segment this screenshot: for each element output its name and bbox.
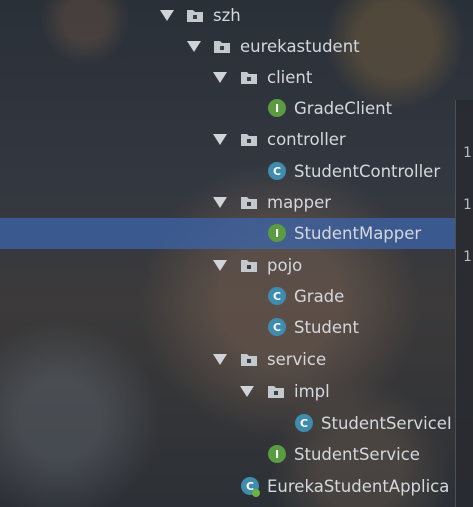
interface-icon: I <box>268 445 286 463</box>
tree-node-client[interactable]: client <box>0 62 455 93</box>
expand-arrow-icon[interactable] <box>213 134 227 145</box>
tree-node-label: eurekastudent <box>240 37 360 56</box>
tree-node-eurekastudent[interactable]: eurekastudent <box>0 31 455 62</box>
tree-node-student[interactable]: C Student <box>0 312 455 343</box>
run-marker-icon <box>252 489 260 497</box>
tree-node-szh[interactable]: szh <box>0 0 455 31</box>
tree-node-studentserviceimpl[interactable]: C StudentServiceI <box>0 408 455 439</box>
tree-node-label: client <box>267 68 313 87</box>
package-folder-icon <box>241 197 257 209</box>
line-number: 1 <box>463 249 472 265</box>
tree-node-label: szh <box>213 6 241 25</box>
package-folder-icon <box>241 260 257 272</box>
package-folder-icon <box>241 72 257 84</box>
package-folder-icon <box>241 134 257 146</box>
tree-node-service[interactable]: service <box>0 344 455 375</box>
expand-arrow-icon[interactable] <box>213 72 227 83</box>
tree-node-pojo[interactable]: pojo <box>0 250 455 281</box>
package-folder-icon <box>241 354 257 366</box>
line-number: 1 <box>463 197 472 213</box>
tree-node-label: controller <box>267 130 346 149</box>
interface-icon: I <box>268 224 286 242</box>
class-icon: C <box>268 318 286 336</box>
tree-node-label: StudentController <box>294 162 441 181</box>
package-folder-icon <box>214 41 230 53</box>
class-icon: C <box>268 287 286 305</box>
tree-node-studentmapper[interactable]: I StudentMapper <box>0 218 455 249</box>
expand-arrow-icon[interactable] <box>213 197 227 208</box>
tree-node-label: pojo <box>267 256 303 275</box>
class-icon: C <box>268 162 286 180</box>
tree-node-gradeclient[interactable]: I GradeClient <box>0 93 455 124</box>
expand-arrow-icon[interactable] <box>240 386 254 397</box>
tree-node-studentservice[interactable]: I StudentService <box>0 439 455 470</box>
expand-arrow-icon[interactable] <box>160 10 174 21</box>
expand-arrow-icon[interactable] <box>213 260 227 271</box>
project-tree: szh eurekastudent client I GradeClient c… <box>0 0 455 507</box>
class-icon: C <box>295 414 313 432</box>
tree-node-label: EurekaStudentApplica <box>267 477 450 496</box>
tree-node-label: service <box>267 350 327 369</box>
package-folder-icon <box>268 386 284 398</box>
tree-node-label: GradeClient <box>294 99 393 118</box>
tree-node-label: StudentServiceI <box>321 414 452 433</box>
tree-node-grade[interactable]: C Grade <box>0 281 455 312</box>
tree-node-controller[interactable]: controller <box>0 124 455 155</box>
expand-arrow-icon[interactable] <box>187 41 201 52</box>
tree-node-label: mapper <box>267 193 332 212</box>
gutter-divider <box>455 100 456 507</box>
tree-node-label: Student <box>294 318 359 337</box>
interface-icon: I <box>268 99 286 117</box>
tree-node-label: StudentMapper <box>294 224 422 243</box>
tree-node-label: Grade <box>294 287 345 306</box>
tree-node-impl[interactable]: impl <box>0 376 455 407</box>
tree-node-studentcontroller[interactable]: C StudentController <box>0 156 455 187</box>
editor-gutter <box>455 100 473 507</box>
tree-node-eurekastudentapplication[interactable]: C EurekaStudentApplica <box>0 471 455 502</box>
tree-node-mapper[interactable]: mapper <box>0 187 455 218</box>
expand-arrow-icon[interactable] <box>213 354 227 365</box>
package-folder-icon <box>187 10 203 22</box>
line-number: 1 <box>463 145 472 161</box>
tree-node-label: StudentService <box>294 445 420 464</box>
tree-node-label: impl <box>294 382 330 401</box>
